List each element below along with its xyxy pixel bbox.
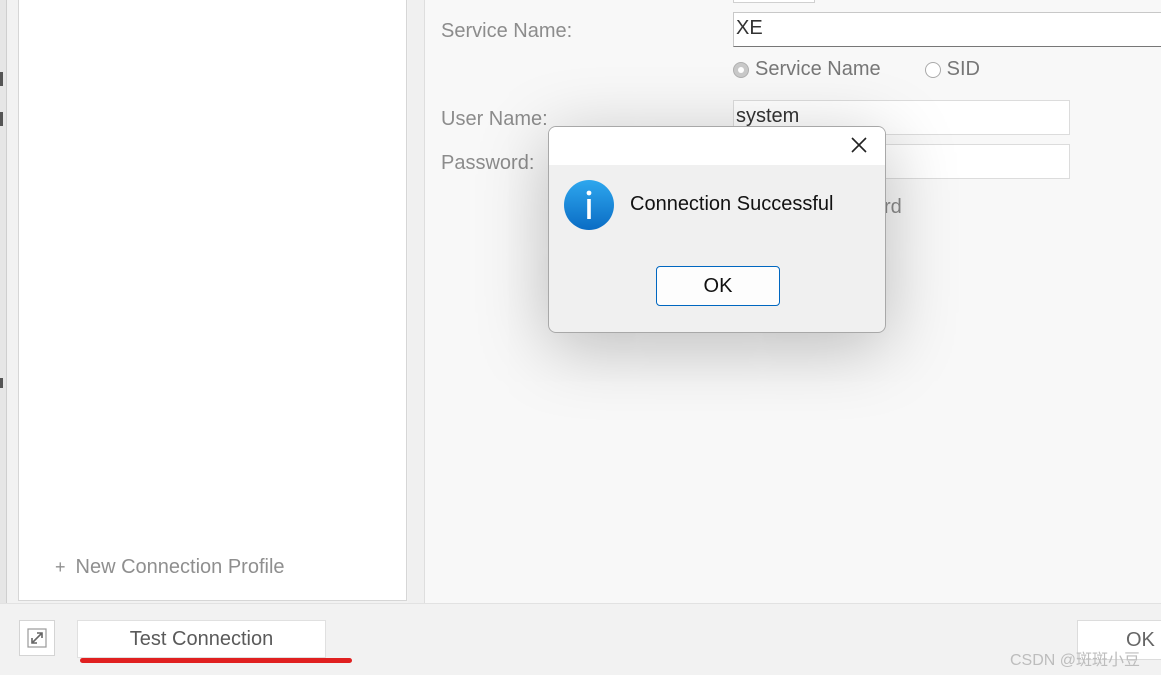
- user-name-label: User Name:: [441, 108, 548, 130]
- red-underline-annotation: [80, 658, 352, 663]
- service-name-input[interactable]: XE: [733, 12, 1161, 47]
- new-connection-profile-link[interactable]: + New Connection Profile: [55, 556, 285, 579]
- password-label: Password:: [441, 152, 535, 174]
- radio-selected-indicator: [733, 61, 749, 78]
- port-field-edge[interactable]: [733, 0, 815, 3]
- splitter[interactable]: [408, 0, 425, 603]
- edge-mark: [0, 72, 3, 86]
- save-password-checkbox-label[interactable]: rd: [884, 196, 902, 219]
- radio-sid-label: SID: [946, 58, 980, 80]
- dialog-message: Connection Successful: [630, 193, 834, 215]
- connection-profile-list[interactable]: + New Connection Profile: [18, 0, 407, 601]
- radio-service-name[interactable]: Service Name: [733, 58, 881, 81]
- test-connection-button[interactable]: Test Connection: [77, 620, 326, 658]
- plus-icon: +: [55, 557, 66, 577]
- import-icon: [27, 628, 47, 648]
- edge-mark: [0, 378, 3, 388]
- window-edge: [0, 0, 7, 674]
- import-profile-button[interactable]: [19, 620, 55, 656]
- watermark: CSDN @斑斑小豆: [1010, 652, 1141, 669]
- close-icon[interactable]: [849, 135, 869, 155]
- radio-service-name-label: Service Name: [755, 58, 881, 80]
- new-connection-profile-label: New Connection Profile: [75, 556, 285, 578]
- service-name-label: Service Name:: [441, 20, 573, 42]
- radio-sid[interactable]: SID: [924, 58, 980, 81]
- dialog-titlebar[interactable]: [549, 127, 885, 165]
- info-icon: [564, 180, 614, 230]
- edge-mark: [0, 112, 3, 126]
- radio-unselected-indicator: [924, 61, 941, 78]
- dialog-ok-button[interactable]: OK: [656, 266, 780, 306]
- service-type-radio-group: Service Name SID: [733, 58, 980, 81]
- message-dialog: Connection Successful OK: [548, 126, 886, 333]
